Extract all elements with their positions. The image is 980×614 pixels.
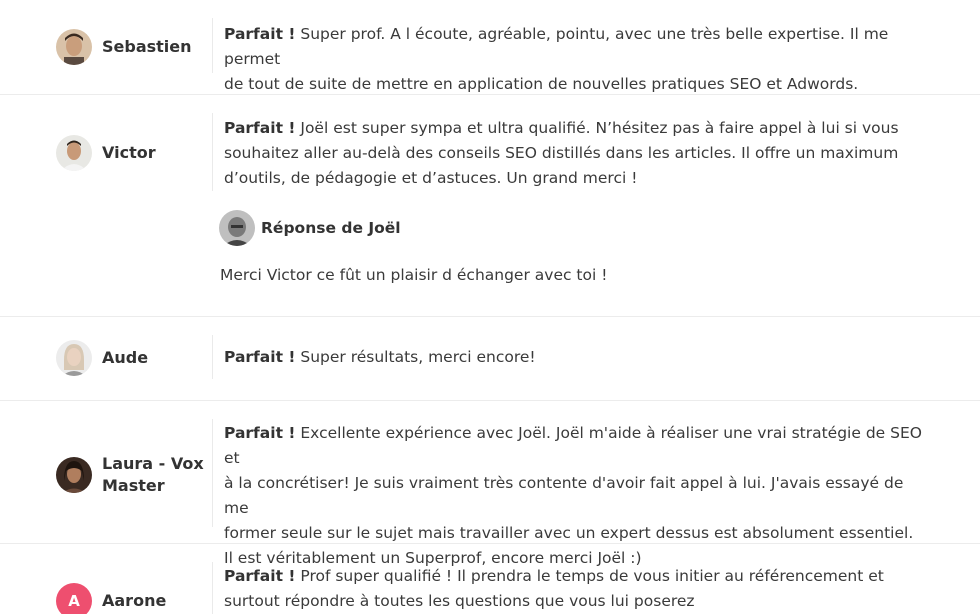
review-author: Victor bbox=[56, 135, 156, 171]
review-author: Laura - Vox Master bbox=[56, 453, 204, 497]
avatar bbox=[56, 340, 92, 376]
review-comment: Parfait ! Super résultats, merci encore! bbox=[224, 345, 924, 370]
avatar bbox=[56, 135, 92, 171]
review-author: A Aarone bbox=[56, 583, 166, 614]
reply-text: Merci Victor ce fût un plaisir d échange… bbox=[220, 266, 608, 284]
rating-label: Parfait ! bbox=[224, 567, 296, 585]
reply-title: Réponse de Joël bbox=[261, 219, 401, 237]
review-item: Sebastien Parfait ! Super prof. A l écou… bbox=[0, 0, 980, 95]
comment-line: de tout de suite de mettre en applicatio… bbox=[224, 75, 859, 93]
comment-line: Parfait ! Excellente expérience avec Joë… bbox=[224, 424, 922, 467]
review-comment: Parfait ! Super prof. A l écoute, agréab… bbox=[224, 22, 924, 97]
comment-line: Parfait ! Super résultats, merci encore! bbox=[224, 348, 536, 366]
reply-avatar bbox=[219, 210, 255, 246]
avatar bbox=[56, 457, 92, 493]
comment-line: d’outils, de pédagogie et d’astuces. Un … bbox=[224, 169, 638, 187]
review-item: Laura - Vox Master Parfait ! Excellente … bbox=[0, 401, 980, 567]
rating-label: Parfait ! bbox=[224, 348, 296, 366]
reviews-list: Sebastien Parfait ! Super prof. A l écou… bbox=[0, 0, 980, 614]
review-comment: Parfait ! Joël est super sympa et ultra … bbox=[224, 116, 924, 191]
author-name: Victor bbox=[102, 143, 156, 162]
comment-line: Parfait ! Super prof. A l écoute, agréab… bbox=[224, 25, 889, 68]
review-author: Sebastien bbox=[56, 29, 192, 65]
review-item: Aude Parfait ! Super résultats, merci en… bbox=[0, 317, 980, 401]
comment-line: surtout répondre à toutes les questions … bbox=[224, 592, 695, 610]
comment-line: Parfait ! Prof super qualifié ! Il prend… bbox=[224, 567, 884, 585]
comment-line: souhaitez aller au-delà des conseils SEO… bbox=[224, 144, 899, 162]
review-item: Victor Parfait ! Joël est super sympa et… bbox=[0, 95, 980, 317]
author-name: Aarone bbox=[102, 591, 167, 610]
column-divider bbox=[212, 562, 213, 614]
avatar bbox=[56, 29, 92, 65]
column-divider bbox=[212, 113, 213, 191]
reply-header: Réponse de Joël bbox=[219, 210, 401, 246]
rating-label: Parfait ! bbox=[224, 424, 296, 442]
comment-line: former seule sur le sujet mais travaille… bbox=[224, 524, 914, 542]
review-author: Aude bbox=[56, 340, 148, 376]
rating-label: Parfait ! bbox=[224, 119, 296, 137]
author-name: Laura - Vox Master bbox=[102, 454, 204, 495]
column-divider bbox=[212, 18, 213, 73]
column-divider bbox=[212, 335, 213, 379]
rating-label: Parfait ! bbox=[224, 25, 296, 43]
review-comment: Parfait ! Prof super qualifié ! Il prend… bbox=[224, 564, 924, 614]
column-divider bbox=[212, 419, 213, 527]
author-name: Aude bbox=[102, 348, 149, 367]
review-item: A Aarone Parfait ! Prof super qualifié !… bbox=[0, 544, 980, 614]
avatar: A bbox=[56, 583, 92, 614]
comment-line: Parfait ! Joël est super sympa et ultra … bbox=[224, 119, 899, 137]
comment-line: à la concrétiser! Je suis vraiment très … bbox=[224, 474, 904, 517]
author-name: Sebastien bbox=[102, 37, 192, 56]
